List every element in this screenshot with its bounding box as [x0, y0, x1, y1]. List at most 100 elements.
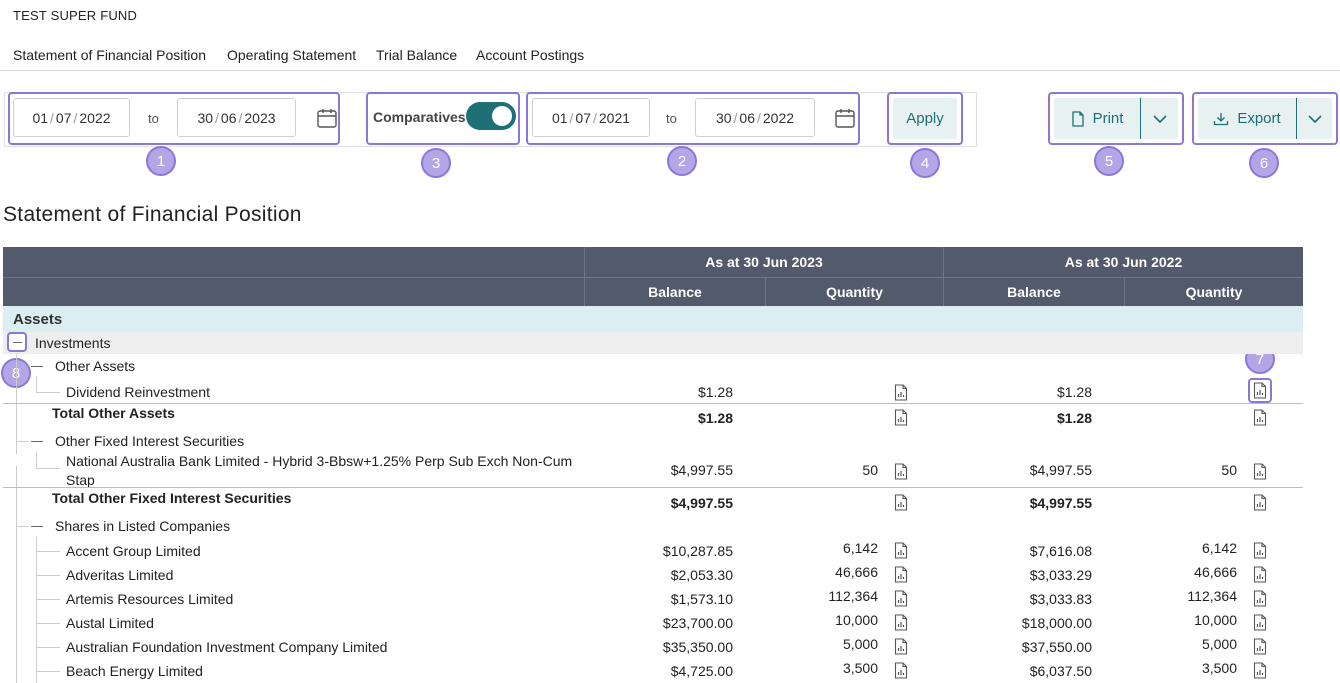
balance-2022: $4,997.55 [1029, 462, 1092, 478]
comparatives-toggle[interactable] [466, 102, 516, 130]
report-icon[interactable] [894, 590, 908, 607]
tab-statement-of-financial-position[interactable]: Statement of Financial Position [13, 47, 206, 63]
tab-trial-balance[interactable]: Trial Balance [376, 47, 457, 63]
balance-2023: $2,053.30 [670, 567, 733, 583]
quantity-2023: 50 [862, 462, 878, 478]
month-segment: 07 [575, 109, 591, 126]
tree-line [36, 599, 60, 600]
date-separator: / [50, 109, 54, 126]
report-icon[interactable] [894, 384, 908, 401]
quantity-2022: 5,000 [1201, 636, 1237, 652]
tree-line [36, 575, 60, 576]
report-icon[interactable] [1253, 463, 1267, 480]
tree-line [16, 441, 28, 442]
subgroup-label-shares: Shares in Listed Companies [55, 518, 231, 534]
year-segment: 2022 [762, 109, 795, 126]
year-segment: 2023 [244, 109, 276, 126]
quantity-2023: 5,000 [842, 636, 878, 652]
callout-badge: 1 [146, 146, 176, 176]
report-icon[interactable] [894, 542, 908, 559]
tab-operating-statement[interactable]: Operating Statement [227, 47, 356, 63]
balance-2022: $3,033.29 [1029, 567, 1092, 583]
report-icon[interactable] [1253, 662, 1267, 679]
month-segment: 07 [55, 109, 72, 126]
callout-badge: 5 [1094, 146, 1124, 176]
print-dropdown-button[interactable] [1140, 98, 1178, 139]
subgroup-label-other-assets: Other Assets [55, 358, 136, 374]
quantity-2022: 10,000 [1194, 612, 1237, 628]
apply-button[interactable]: Apply [893, 98, 957, 139]
callout-badge: 4 [910, 148, 940, 178]
holding-name: Australian Foundation Investment Company… [66, 639, 388, 655]
period-2-from-date[interactable]: 01/07/2021 [532, 98, 650, 137]
report-icon[interactable] [894, 614, 908, 631]
tree-line [36, 376, 37, 392]
report-icon[interactable] [1253, 566, 1267, 583]
report-icon[interactable] [894, 638, 908, 655]
export-button[interactable]: Export [1198, 98, 1296, 139]
quantity-2023: 46,666 [835, 564, 878, 580]
tree-line [36, 452, 37, 468]
report-icon[interactable] [1253, 542, 1267, 559]
print-button[interactable]: Print [1054, 98, 1140, 139]
report-icon[interactable] [1253, 614, 1267, 631]
holding-name: Beach Energy Limited [66, 663, 203, 679]
group-row-investments [3, 332, 1303, 354]
date-separator: / [73, 109, 78, 126]
collapse-dash-icon[interactable] [31, 366, 43, 367]
total-label: Total Other Fixed Interest Securities [52, 490, 292, 506]
tree-line [36, 468, 60, 469]
balance-2023: $1,573.10 [670, 591, 733, 607]
balance-2023: $4,725.00 [670, 663, 733, 679]
column-quantity-2022: Quantity [1185, 283, 1243, 300]
export-dropdown-button[interactable] [1296, 98, 1332, 139]
fund-name: TEST SUPER FUND [13, 8, 138, 23]
report-icon[interactable] [894, 494, 908, 511]
report-icon[interactable] [1253, 494, 1267, 511]
calendar-icon[interactable] [316, 107, 338, 129]
quantity-2023: 112,364 [828, 588, 878, 604]
month-segment: 06 [739, 109, 755, 126]
holding-name: Dividend Reinvestment [66, 384, 210, 400]
report-icon[interactable] [1253, 590, 1267, 607]
row-divider [3, 487, 1303, 488]
balance-2023: $10,287.85 [662, 543, 733, 559]
document-icon [1071, 110, 1084, 127]
collapse-dash-icon[interactable] [31, 526, 43, 527]
period-2-to-date[interactable]: 30/06/2022 [695, 98, 815, 137]
tab-account-postings[interactable]: Account Postings [476, 47, 584, 63]
report-icon[interactable] [894, 463, 908, 480]
report-icon[interactable] [894, 662, 908, 679]
collapse-investments-button[interactable] [7, 332, 27, 352]
collapse-dash-icon[interactable] [31, 441, 43, 442]
report-icon[interactable] [1253, 638, 1267, 655]
total-balance-2022: $1.28 [1056, 410, 1092, 426]
period-1-from-date[interactable]: 01/07/2022 [13, 98, 130, 137]
chevron-down-icon [1307, 114, 1322, 123]
chevron-down-icon [1152, 114, 1167, 123]
section-row-assets [3, 306, 1303, 332]
table-header: As at 30 Jun 2023 As at 30 Jun 2022 Bala… [3, 247, 1303, 306]
date-separator: / [238, 109, 243, 126]
report-icon[interactable] [1253, 382, 1267, 399]
report-icon[interactable] [1253, 409, 1267, 426]
calendar-icon[interactable] [834, 107, 856, 129]
tree-line [36, 647, 60, 648]
total-label: Total Other Assets [52, 405, 175, 421]
section-label-assets: Assets [13, 311, 63, 328]
export-split-button: Export [1198, 98, 1332, 139]
balance-2022: $7,616.08 [1029, 543, 1092, 559]
report-icon[interactable] [894, 409, 908, 426]
balance-2022: $18,000.00 [1021, 615, 1092, 631]
report-icon[interactable] [894, 566, 908, 583]
day-segment: 01 [551, 109, 568, 126]
column-balance-2023: Balance [648, 283, 702, 300]
tree-line [36, 551, 60, 552]
balance-2023: $35,350.00 [662, 639, 733, 655]
row-divider [3, 403, 1303, 404]
period-1-to-date[interactable]: 30/06/2023 [177, 98, 296, 137]
to-label: to [666, 111, 677, 126]
date-separator: / [733, 109, 738, 126]
toggle-knob [492, 106, 512, 126]
column-quantity-2023: Quantity [826, 283, 883, 300]
